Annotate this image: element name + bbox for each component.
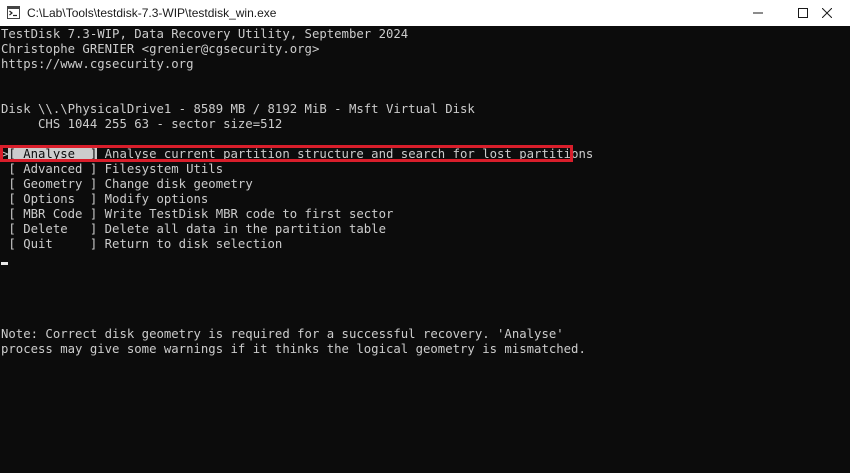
- window-title: C:\Lab\Tools\testdisk-7.3-WIP\testdisk_w…: [27, 6, 277, 20]
- disk-chs-line: CHS 1044 255 63 - sector size=512: [1, 117, 283, 131]
- menu-desc-mbr-code: Write TestDisk MBR code to first sector: [97, 207, 394, 221]
- console-output[interactable]: TestDisk 7.3-WIP, Data Recovery Utility,…: [0, 26, 850, 473]
- header-url-line: https://www.cgsecurity.org: [1, 57, 194, 71]
- menu-item-delete[interactable]: [ Delete ] Delete all data in the partit…: [1, 222, 386, 237]
- note-line-1: Note: Correct disk geometry is required …: [1, 327, 564, 341]
- terminal-window: C:\Lab\Tools\testdisk-7.3-WIP\testdisk_w…: [0, 0, 850, 473]
- menu-item-advanced[interactable]: [ Advanced ] Filesystem Utils: [1, 162, 223, 177]
- menu-desc-options: Modify options: [97, 192, 209, 206]
- title-bar[interactable]: C:\Lab\Tools\testdisk-7.3-WIP\testdisk_w…: [0, 0, 850, 26]
- terminal-app-icon: [7, 6, 20, 19]
- menu-item-geometry[interactable]: [ Geometry ] Change disk geometry: [1, 177, 253, 192]
- menu-label-advanced[interactable]: [ Advanced ]: [8, 162, 97, 176]
- menu-label-mbr-code[interactable]: [ MBR Code ]: [8, 207, 97, 221]
- menu-label-delete[interactable]: [ Delete ]: [8, 222, 97, 236]
- minimize-button[interactable]: [735, 0, 781, 26]
- header-version-line: TestDisk 7.3-WIP, Data Recovery Utility,…: [1, 27, 409, 41]
- note-line-2: process may give some warnings if it thi…: [1, 342, 586, 356]
- menu-item-mbr-code[interactable]: [ MBR Code ] Write TestDisk MBR code to …: [1, 207, 393, 222]
- menu-label-geometry[interactable]: [ Geometry ]: [8, 177, 97, 191]
- minimize-icon: [753, 12, 763, 14]
- menu-desc-geometry: Change disk geometry: [97, 177, 253, 191]
- menu-label-quit[interactable]: [ Quit ]: [8, 237, 97, 251]
- menu-desc-delete: Delete all data in the partition table: [97, 222, 386, 236]
- menu-desc-advanced: Filesystem Utils: [97, 162, 224, 176]
- disk-info-line: Disk \\.\PhysicalDrive1 - 8589 MB / 8192…: [1, 102, 475, 116]
- analyse-highlight-box: [0, 145, 573, 162]
- header-author-line: Christophe GRENIER <grenier@cgsecurity.o…: [1, 42, 320, 56]
- menu-item-options[interactable]: [ Options ] Modify options: [1, 192, 208, 207]
- text-cursor: [1, 262, 8, 265]
- menu-desc-quit: Return to disk selection: [97, 237, 283, 251]
- close-icon: [822, 8, 832, 18]
- menu-item-quit[interactable]: [ Quit ] Return to disk selection: [1, 237, 282, 252]
- close-button[interactable]: [804, 0, 850, 26]
- menu-label-options[interactable]: [ Options ]: [8, 192, 97, 206]
